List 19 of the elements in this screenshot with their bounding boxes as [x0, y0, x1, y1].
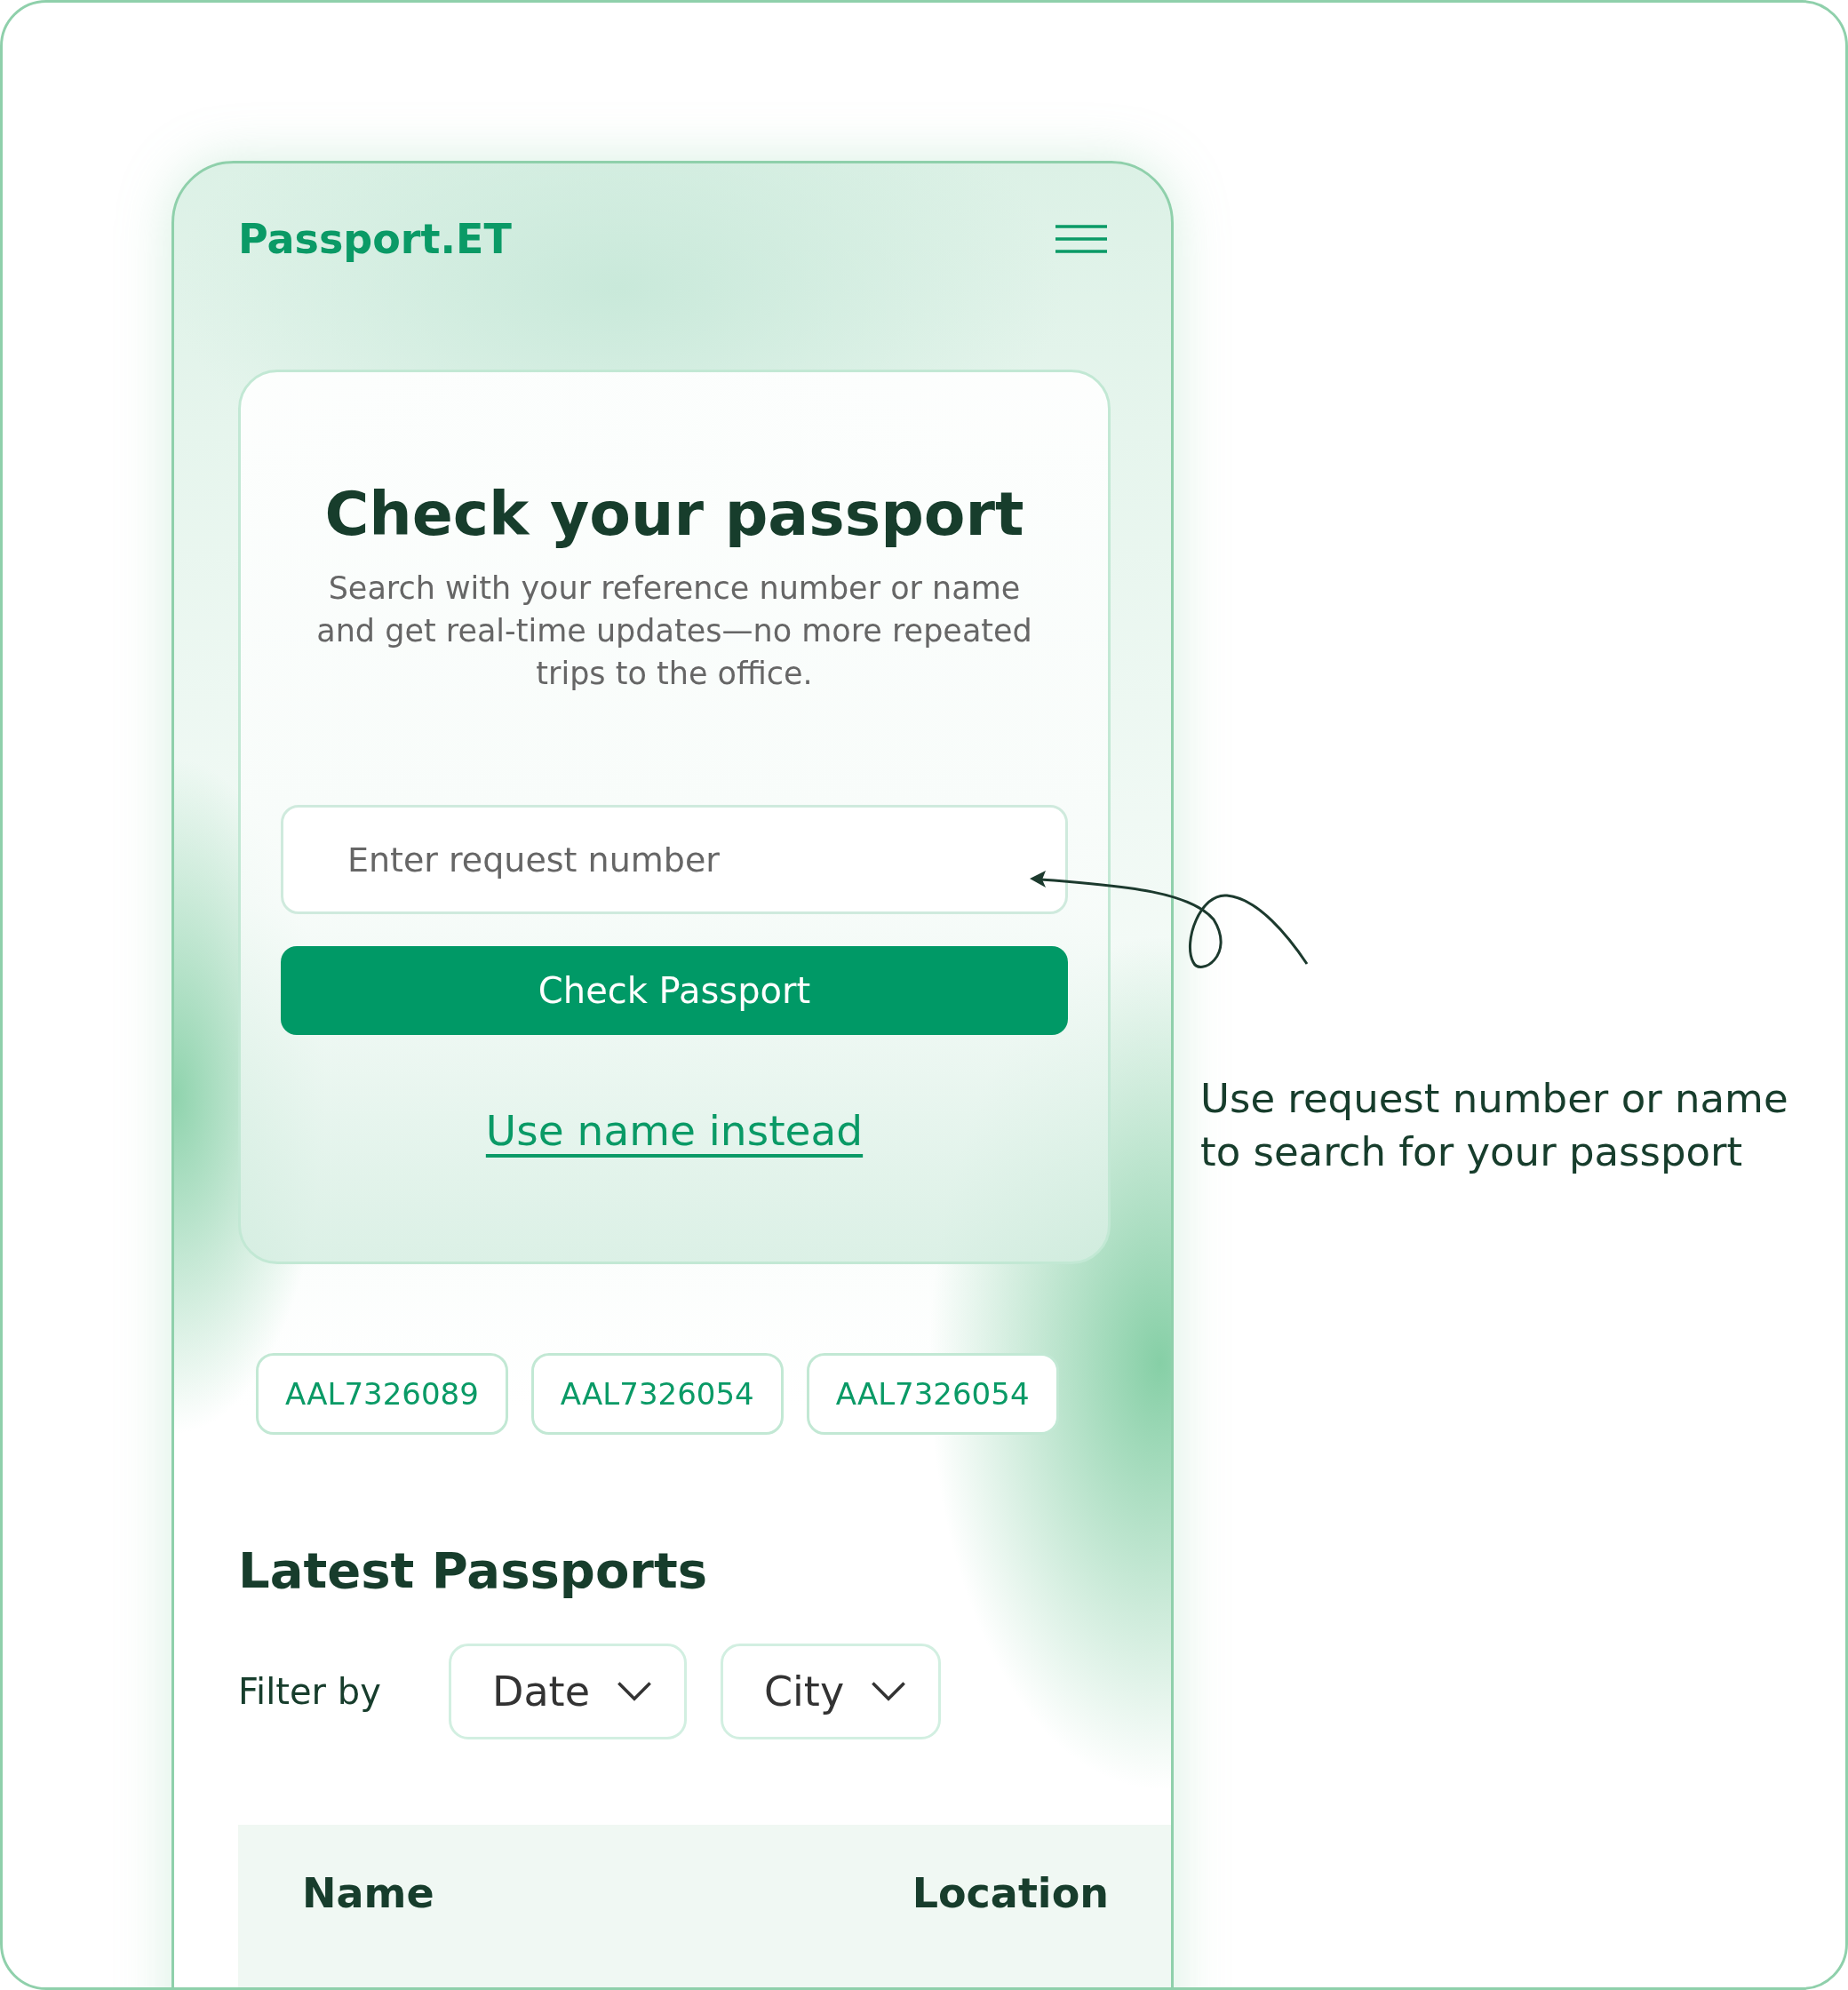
logo-text: Passport.ET	[238, 215, 512, 263]
request-number-field[interactable]: Enter request number	[281, 805, 1068, 914]
card-title: Check your passport	[324, 479, 1024, 549]
annotation-text: Use request number or name to search for your passport	[1200, 1074, 1789, 1177]
check-passport-button[interactable]: Check Passport	[281, 946, 1068, 1035]
menu-icon[interactable]	[1055, 225, 1107, 253]
filter-dropdown[interactable]: City	[720, 1644, 942, 1739]
filter-dropdown[interactable]: Date	[449, 1644, 687, 1739]
request-chip[interactable]: AAL7326054	[806, 1353, 1059, 1435]
card-description: Search with your reference number or name and get real-time updates—no more repeated trips to the office.	[315, 569, 1033, 693]
chevron-down-icon	[616, 1681, 652, 1702]
request-chip[interactable]: AAL7326054	[530, 1353, 784, 1435]
column-header: Name	[302, 1869, 434, 1917]
chevron-down-icon	[871, 1681, 907, 1702]
use-name-link[interactable]: Use name instead	[485, 1106, 864, 1155]
section-title: Latest Passports	[238, 1541, 709, 1599]
filter-label: Filter by	[238, 1671, 382, 1712]
request-chip[interactable]: AAL7326089	[256, 1353, 508, 1435]
column-header: Location	[912, 1869, 1109, 1917]
